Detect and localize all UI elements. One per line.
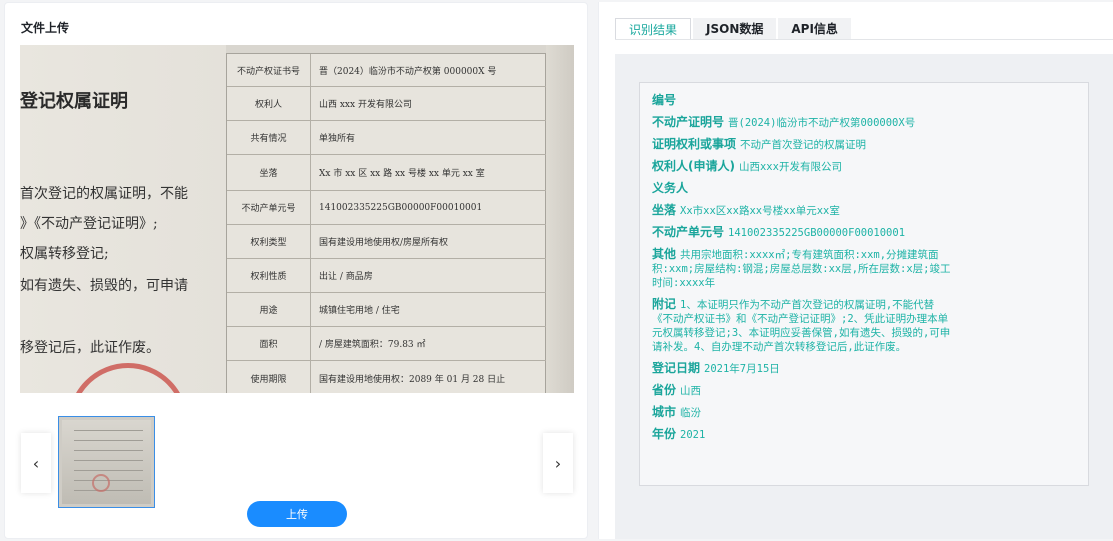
result-field-number: 编号 xyxy=(652,93,677,107)
chevron-left-icon: ‹ xyxy=(32,453,40,473)
stamp-seal xyxy=(68,363,188,393)
preview-line: 如有遗失、损毁的，可申请 xyxy=(20,278,188,294)
result-field-note: 附记 1、本证明只作为不动产首次登记的权属证明,不能代替《不动产权证书》和《不动产… xyxy=(652,297,951,353)
preview-row: 不动产权证书号 晋（2024）临汾市不动产权第 000000X 号 xyxy=(227,54,547,86)
document-preview: 登记权属证明 首次登记的权属证明，不能 》《不动产登记证明》; 权属转移登记; … xyxy=(20,45,574,393)
preview-line: 权属转移登记; xyxy=(20,246,109,262)
preview-edge xyxy=(546,45,574,393)
result-field-other: 其他 共用宗地面积:xxxx㎡;专有建筑面积:xxm,分摊建筑面积:xxm;房屋结… xyxy=(652,247,951,289)
tab-api-info[interactable]: API信息 xyxy=(778,18,851,40)
preview-row: 面积 / 房屋建筑面积：79.83 ㎡ xyxy=(227,326,547,360)
preview-row: 权利性质 出让 / 商品房 xyxy=(227,258,547,292)
result-field-reg-date: 登记日期 2021年7月15日 xyxy=(652,361,780,375)
result-field-matter: 证明权利或事项 不动产首次登记的权属证明 xyxy=(652,137,867,151)
preview-line: 首次登记的权属证明，不能 xyxy=(20,186,188,202)
preview-row: 坐落 Xx 市 xx 区 xx 路 xx 号楼 xx 单元 xx 室 xyxy=(227,154,547,190)
result-tabs: 识别结果 JSON数据 API信息 xyxy=(615,18,853,40)
result-area: 编号 不动产证明号 晋(2024)临汾市不动产权第000000X号 证明权利或事项… xyxy=(615,54,1113,539)
result-panel: 识别结果 JSON数据 API信息 编号 不动产证明号 晋(2024)临汾市不动产… xyxy=(598,2,1113,539)
preview-table: 不动产权证书号 晋（2024）临汾市不动产权第 000000X 号 权利人 山西 x… xyxy=(226,53,547,393)
preview-row: 不动产单元号 141002335225GB00000F00010001 xyxy=(227,190,547,224)
preview-row: 权利人 山西 xxx 开发有限公司 xyxy=(227,86,547,120)
preview-row: 使用期限 国有建设用地使用权：2089 年 01 月 28 日止 xyxy=(227,360,547,393)
upload-panel-title: 文件上传 xyxy=(21,21,70,35)
result-box: 编号 不动产证明号 晋(2024)临汾市不动产权第000000X号 证明权利或事项… xyxy=(639,82,1089,486)
preview-heading: 登记权属证明 xyxy=(20,91,128,112)
result-field-owner: 权利人(申请人) 山西xxx开发有限公司 xyxy=(652,159,842,173)
result-field-unit-no: 不动产单元号 141002335225GB00000F00010001 xyxy=(652,225,906,239)
image-thumbnail[interactable] xyxy=(58,416,155,508)
thumbnail-seal xyxy=(92,474,110,492)
upload-panel: 文件上传 登记权属证明 首次登记的权属证明，不能 》《不动产登记证明》; 权属转… xyxy=(4,2,588,539)
tab-json-data[interactable]: JSON数据 xyxy=(693,18,777,40)
preview-left-text: 登记权属证明 首次登记的权属证明，不能 》《不动产登记证明》; 权属转移登记; … xyxy=(20,45,226,393)
tab-divider xyxy=(615,39,1113,40)
result-field-cert-no: 不动产证明号 晋(2024)临汾市不动产权第000000X号 xyxy=(652,115,916,129)
preview-row: 用途 城镇住宅用地 / 住宅 xyxy=(227,292,547,326)
result-field-location: 坐落 Xx市xx区xx路xx号楼xx单元xx室 xyxy=(652,203,840,217)
next-image-button[interactable]: › xyxy=(543,433,573,493)
tab-recognition-result[interactable]: 识别结果 xyxy=(615,18,692,40)
preview-row: 共有情况 单独所有 xyxy=(227,120,547,154)
result-field-obligor: 义务人 xyxy=(652,181,689,195)
result-field-year: 年份 2021 xyxy=(652,427,706,441)
preview-line: 》《不动产登记证明》; xyxy=(20,216,158,232)
result-field-city: 城市 临汾 xyxy=(652,405,702,419)
preview-line: 移登记后，此证作废。 xyxy=(20,340,160,356)
result-field-province: 省份 山西 xyxy=(652,383,702,397)
previous-image-button[interactable]: ‹ xyxy=(21,433,51,493)
upload-button[interactable]: 上传 xyxy=(247,501,347,527)
chevron-right-icon: › xyxy=(554,453,562,473)
preview-row: 权利类型 国有建设用地使用权/房屋所有权 xyxy=(227,224,547,258)
